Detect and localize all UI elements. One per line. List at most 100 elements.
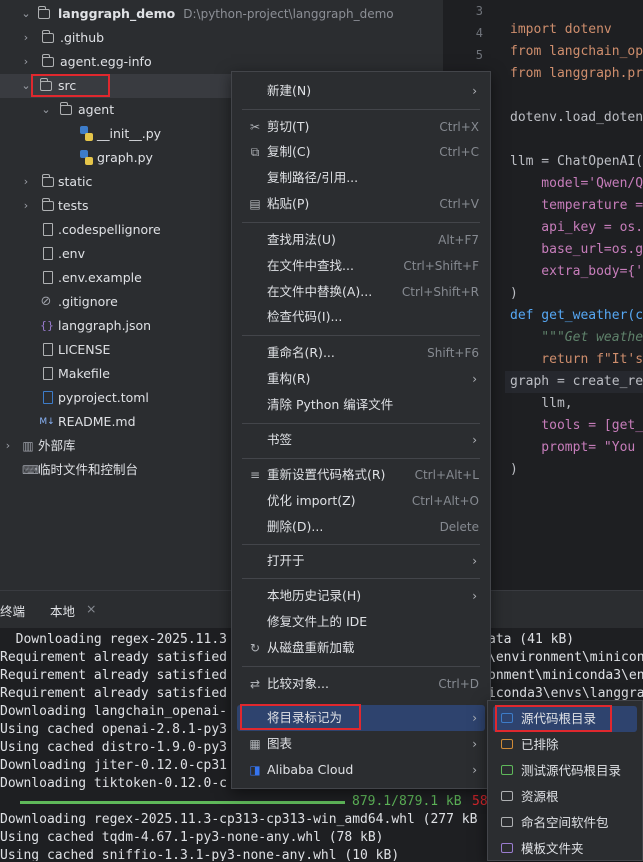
menu-item-paste[interactable]: ▤ 粘贴(P) Ctrl+V xyxy=(237,191,485,217)
tree-item-github[interactable]: › .github xyxy=(0,26,443,50)
resource-folder-icon xyxy=(501,791,513,801)
progress-text: 879.1/879.1 kB xyxy=(352,794,462,809)
context-menu: 新建(N) › ✂ 剪切(T) Ctrl+X ⧉ 复制(C) Ctrl+C 复制路径/引用… xyxy=(231,71,491,789)
submenu-item-resource-root[interactable]: 资源根 xyxy=(493,784,637,810)
library-icon: ▥ xyxy=(22,439,34,453)
tab-local[interactable]: 本地 xyxy=(50,601,76,630)
menu-item-compare-with[interactable]: ⇄ 比较对象... Ctrl+D xyxy=(237,671,485,697)
folder-icon xyxy=(37,6,50,19)
json-icon: {} xyxy=(40,319,54,332)
terminal-line: Using cached sniffio-1.3.1-py3-none-any.… xyxy=(0,848,400,861)
menu-item-cut[interactable]: ✂ 剪切(T) Ctrl+X xyxy=(237,114,485,140)
menu-item-inspect-code[interactable]: 检查代码(I)... xyxy=(237,304,485,330)
terminal-line: Using cached openai-2.8.1-py3 xyxy=(0,722,227,737)
line-number: 4 xyxy=(475,26,483,40)
code-editor[interactable]: import dotenv from langchain_op from lan… xyxy=(505,0,643,590)
folder-icon xyxy=(41,30,54,43)
code-line: ) xyxy=(510,286,518,301)
menu-item-replace-in-files[interactable]: 在文件中替换(A)... Ctrl+Shift+R xyxy=(237,279,485,305)
menu-item-new[interactable]: 新建(N) › xyxy=(237,78,485,104)
terminal-line: Using cached tqdm-4.67.1-py3-none-any.wh… xyxy=(0,830,384,845)
terminal-line: Requirement already satisfied xyxy=(0,686,227,701)
menu-item-optimize-imports[interactable]: 优化 import(Z) Ctrl+Alt+O xyxy=(237,488,485,514)
scissors-icon: ✂ xyxy=(249,120,261,134)
menu-item-open-in[interactable]: 打开于 › xyxy=(237,548,485,574)
chevron-right-icon: › xyxy=(472,711,477,725)
code-line: model='Qwen/Q xyxy=(510,176,643,191)
clipboard-icon: ▤ xyxy=(249,197,261,211)
toml-file-icon xyxy=(43,391,53,404)
code-line: prompt= "You xyxy=(510,440,636,455)
code-line: base_url=os.g xyxy=(510,242,643,257)
menu-item-copy[interactable]: ⧉ 复制(C) Ctrl+C xyxy=(237,139,485,165)
menu-item-local-history[interactable]: 本地历史记录(H) › xyxy=(237,583,485,609)
code-line-current: graph = create_re xyxy=(505,371,643,393)
chevron-right-icon[interactable]: › xyxy=(20,194,32,218)
excluded-folder-icon xyxy=(501,739,513,749)
project-path: D:\python-project\langgraph_demo xyxy=(183,7,394,21)
markdown-icon: M↓ xyxy=(39,417,55,427)
chevron-right-icon[interactable]: › xyxy=(20,26,32,50)
code-line: from langgraph.pr xyxy=(510,66,643,81)
menu-item-copy-path[interactable]: 复制路径/引用... xyxy=(237,165,485,191)
terminal-line: Using cached distro-1.9.0-py3 xyxy=(0,740,227,755)
folder-icon xyxy=(41,54,54,67)
chevron-right-icon[interactable]: › xyxy=(2,434,14,458)
menu-item-repair-ide[interactable]: 修复文件上的 IDE xyxy=(237,609,485,635)
terminal-fragment: ata (41 kB) xyxy=(488,632,575,647)
test-folder-icon xyxy=(501,765,513,775)
menu-item-alibaba-cloud[interactable]: ◨ Alibaba Cloud › xyxy=(237,757,485,783)
terminal-line: Downloading jiter-0.12.0-cp31 xyxy=(0,758,227,773)
submenu-item-excluded[interactable]: 已排除 xyxy=(493,732,637,758)
tab-terminal[interactable]: 终端 xyxy=(0,601,25,620)
chevron-down-icon[interactable]: ⌄ xyxy=(20,2,32,26)
chevron-right-icon[interactable]: › xyxy=(20,170,32,194)
text-file-icon xyxy=(43,343,53,356)
template-folder-icon xyxy=(501,843,513,853)
copy-icon: ⧉ xyxy=(250,145,260,159)
download-progress-bar xyxy=(20,801,345,804)
chevron-right-icon: › xyxy=(472,554,477,568)
code-line: tools = [get_ xyxy=(510,418,643,433)
menu-item-clean-python[interactable]: 清除 Python 编译文件 xyxy=(237,392,485,418)
terminal-line: Requirement already satisfied xyxy=(0,668,227,683)
chevron-down-icon[interactable]: ⌄ xyxy=(40,98,52,122)
menu-item-find-in-files[interactable]: 在文件中查找... Ctrl+Shift+F xyxy=(237,253,485,279)
text-file-icon xyxy=(43,223,53,236)
progress-speed: 58 xyxy=(472,794,488,809)
code-line: api_key = os. xyxy=(510,220,643,235)
chevron-right-icon: › xyxy=(472,84,477,98)
menu-item-refactor[interactable]: 重构(R) › xyxy=(237,366,485,392)
chevron-right-icon: › xyxy=(472,763,477,777)
menu-item-delete[interactable]: 删除(D)... Delete xyxy=(237,514,485,540)
code-line: llm = ChatOpenAI( xyxy=(510,154,643,169)
code-line: import dotenv xyxy=(510,22,612,37)
makefile-icon xyxy=(43,367,53,380)
compare-icon: ⇄ xyxy=(249,677,261,691)
menu-item-bookmarks[interactable]: 书签 › xyxy=(237,427,485,453)
menu-item-reload-from-disk[interactable]: ↻ 从磁盘重新加载 xyxy=(237,635,485,661)
mark-as-highlight-box xyxy=(240,704,361,730)
folder-icon xyxy=(41,198,54,211)
menu-item-diagrams[interactable]: ▦ 图表 › xyxy=(237,731,485,757)
line-number: 5 xyxy=(475,48,483,62)
chevron-right-icon[interactable]: › xyxy=(20,50,32,74)
menu-item-rename[interactable]: 重命名(R)... Shift+F6 xyxy=(237,340,485,366)
terminal-line: Downloading langchain_openai- xyxy=(0,704,227,719)
refresh-icon: ↻ xyxy=(249,641,261,655)
code-line: return f"It's xyxy=(510,352,643,367)
terminal-line: Downloading regex-2025.11.3-cp313-cp313-… xyxy=(0,812,478,827)
terminal-line: Downloading regex-2025.11.3 xyxy=(0,632,227,647)
close-icon[interactable]: × xyxy=(86,601,96,616)
submenu-item-namespace-package[interactable]: 命名空间软件包 xyxy=(493,810,637,836)
alibaba-cloud-icon: ◨ xyxy=(249,763,261,777)
reformat-icon: ≡ xyxy=(249,468,261,482)
menu-item-find-usages[interactable]: 查找用法(U) Alt+F7 xyxy=(237,227,485,253)
package-folder-icon xyxy=(59,102,72,115)
menu-item-reformat[interactable]: ≡ 重新设置代码格式(R) Ctrl+Alt+L xyxy=(237,462,485,488)
src-highlight-box xyxy=(31,74,110,97)
tree-root[interactable]: ⌄ langgraph_demo D:\python-project\langgr… xyxy=(0,2,443,26)
submenu-item-template-folder[interactable]: 模板文件夹 xyxy=(493,836,637,862)
submenu-item-test-sources-root[interactable]: 测试源代码根目录 xyxy=(493,758,637,784)
line-number: 3 xyxy=(475,4,483,18)
